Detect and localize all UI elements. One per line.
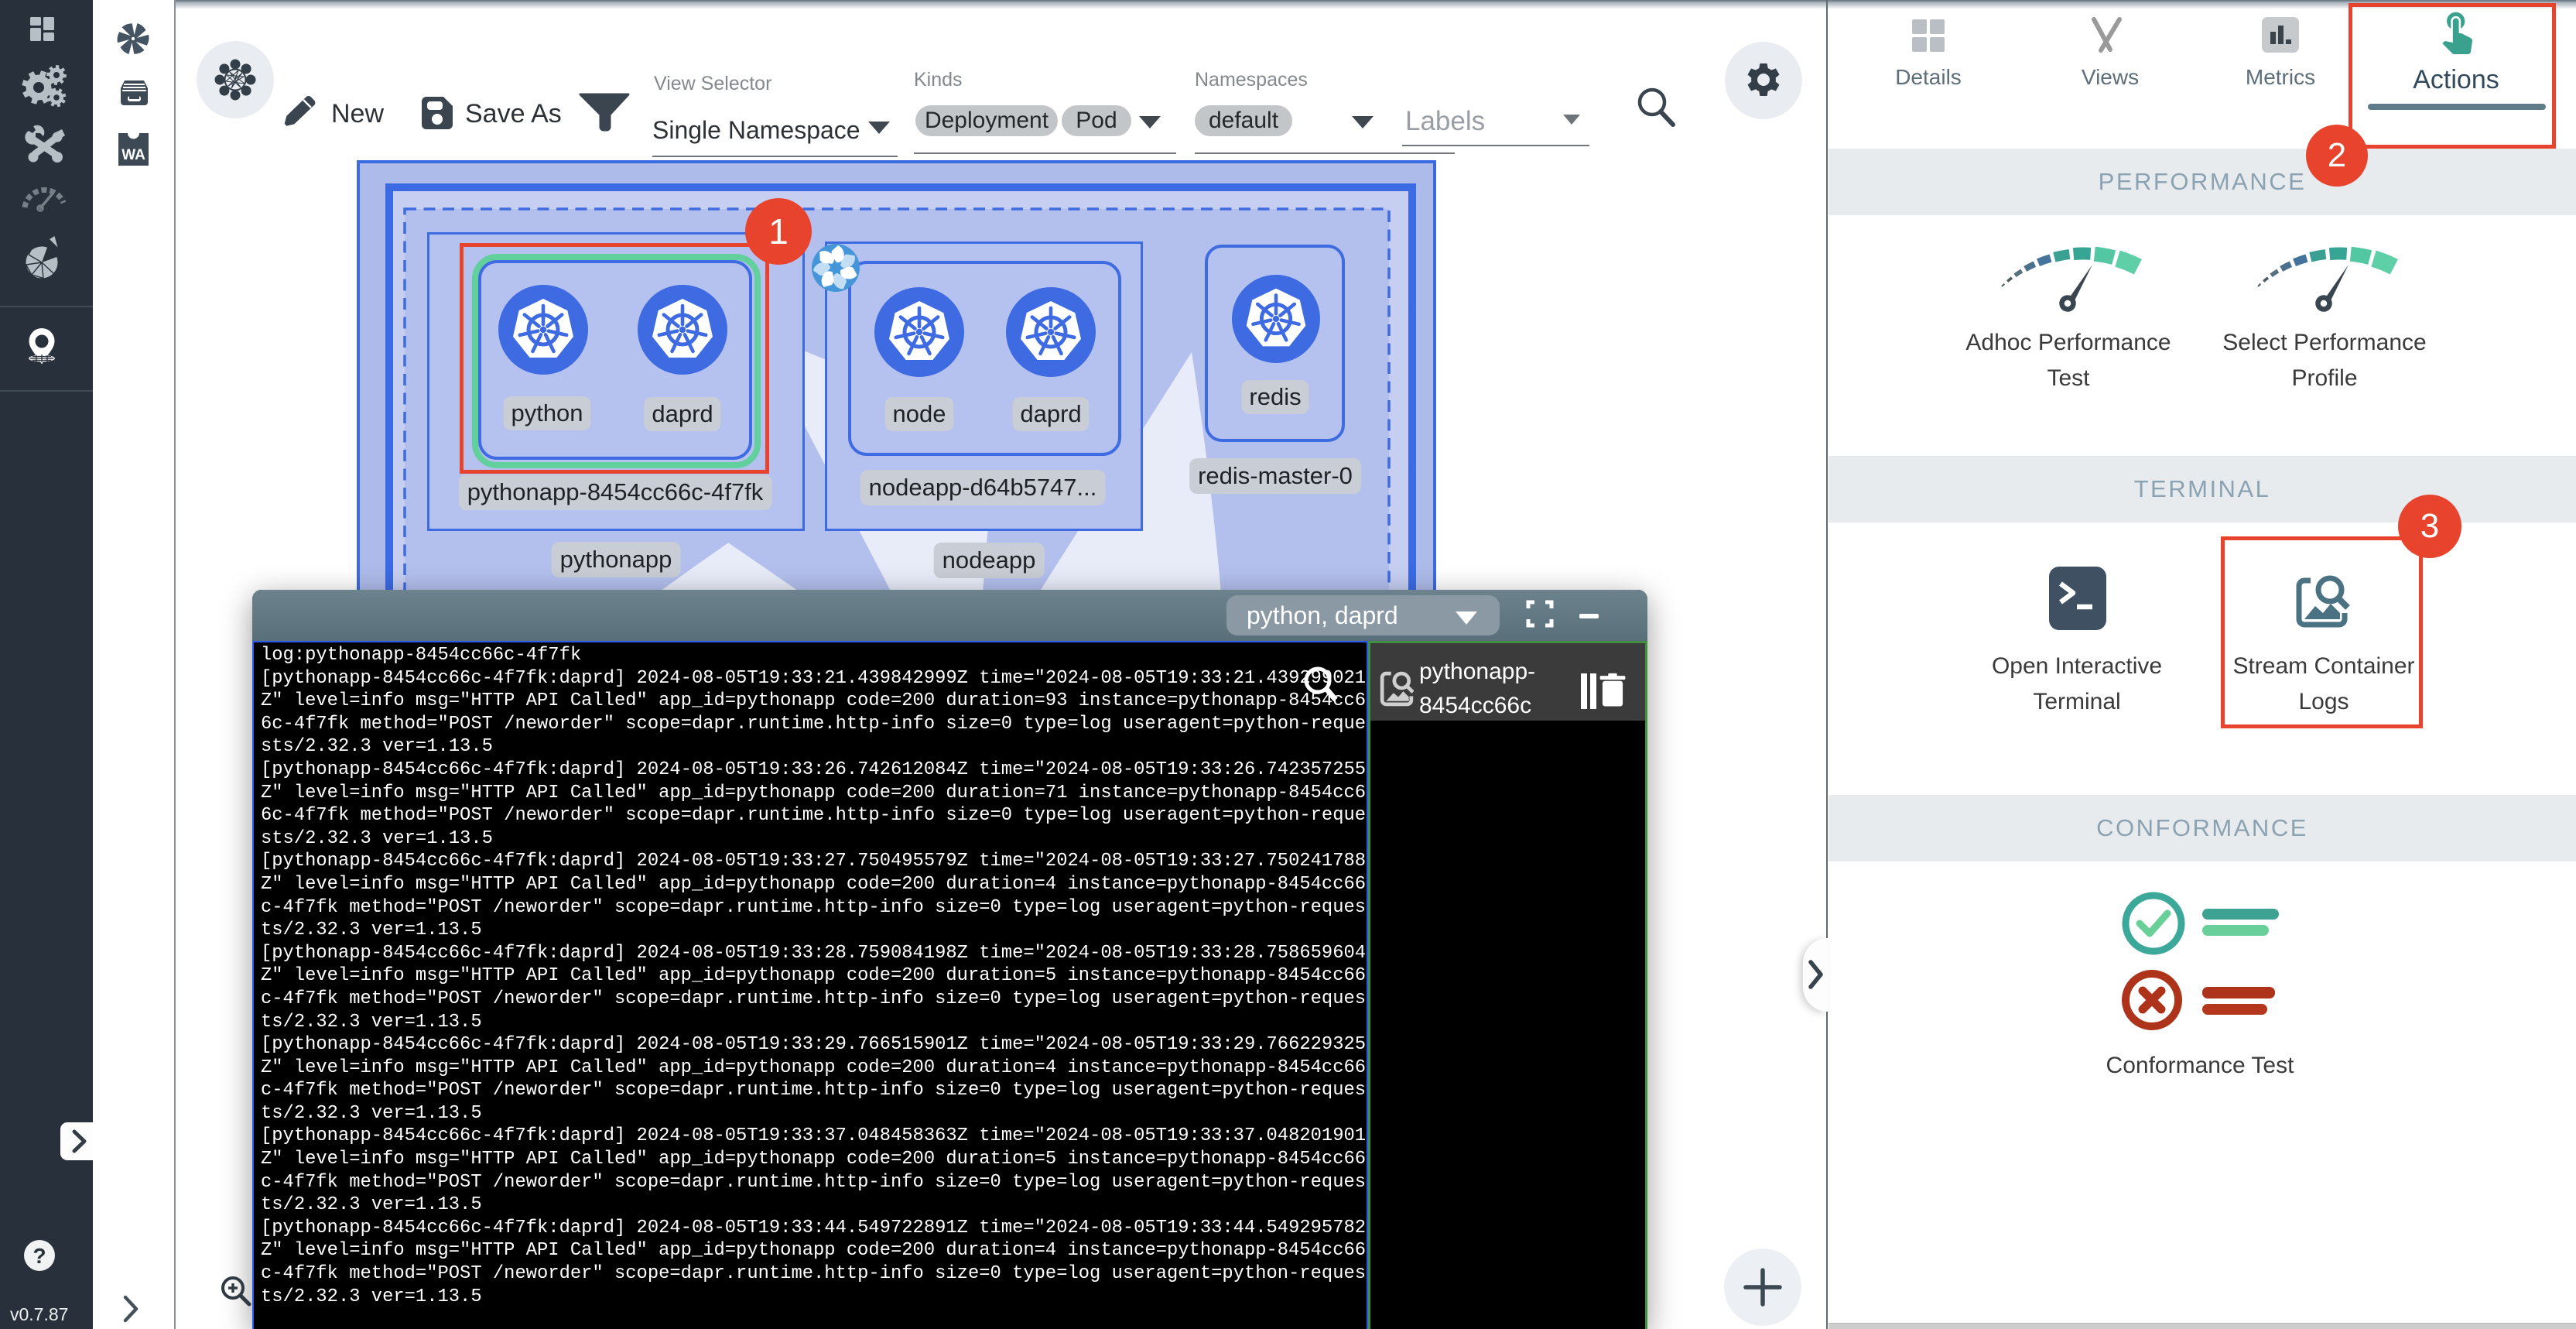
svg-text:?: ? [32,1244,46,1268]
svg-text:v0.7.87: v0.7.87 [10,1304,68,1324]
svg-text:WA: WA [121,147,145,163]
